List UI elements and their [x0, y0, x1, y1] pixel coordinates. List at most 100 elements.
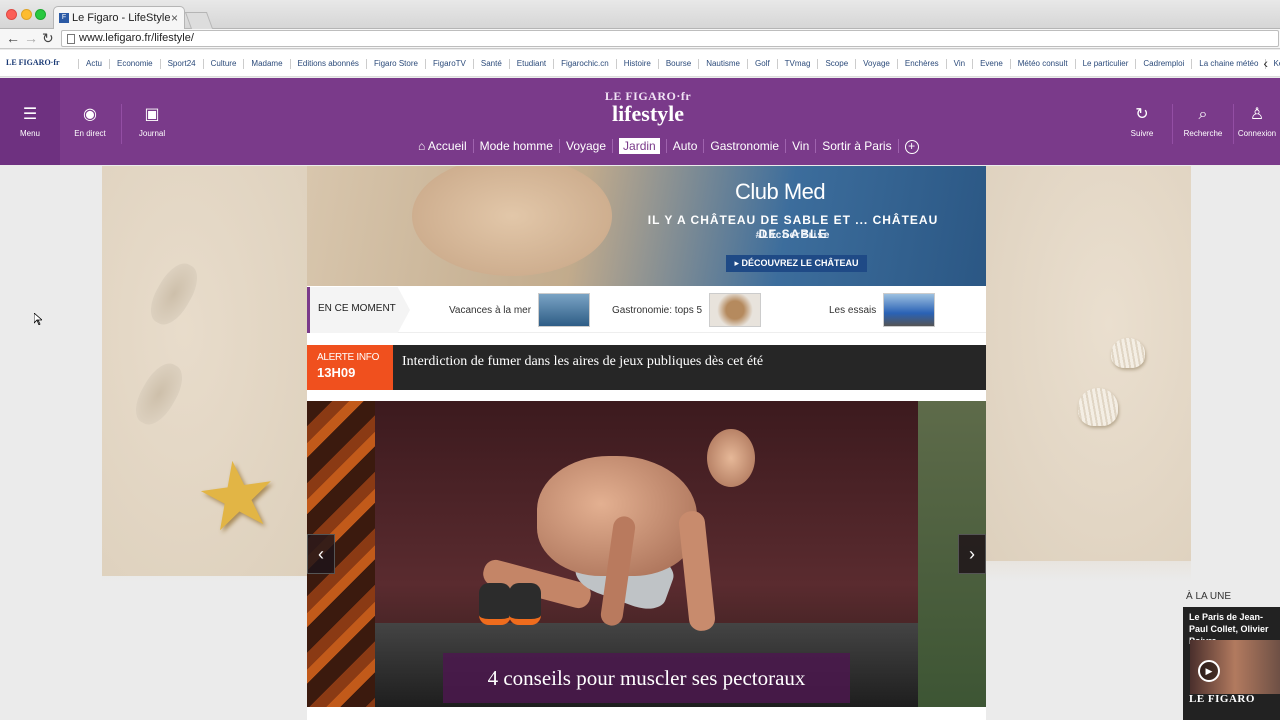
bookmark-item[interactable]: TVmag — [776, 59, 818, 69]
browser-tab[interactable]: F Le Figaro - LifeStyle × — [53, 6, 185, 29]
bookmark-item[interactable]: Sport24 — [159, 59, 203, 69]
trending-thumbnail — [883, 293, 936, 327]
alert-tag-label: ALERTE INFO — [317, 352, 380, 363]
lifestyle-logo[interactable]: lifestyle — [598, 101, 698, 127]
bookmarks-bar: LE FIGARO·fr Actu Economie Sport24 Culture M… — [0, 50, 1280, 77]
bookmark-item[interactable]: Santé — [472, 59, 509, 69]
alert-tag: ALERTE INFO 13H09 — [307, 345, 393, 390]
trending-item-label: Gastronomie: tops 5 — [612, 304, 703, 316]
nav-item[interactable]: Auto — [667, 139, 705, 153]
plus-circle-icon: + — [904, 139, 919, 154]
bookmark-item[interactable]: Actu — [78, 59, 109, 69]
carousel-prev-button[interactable]: ‹ — [307, 534, 335, 574]
close-tab-icon[interactable]: × — [171, 11, 178, 25]
nav-item[interactable]: ⌂ Accueil — [412, 139, 474, 153]
suivre-button[interactable]: ↻ Suivre — [1112, 78, 1172, 165]
carousel-next-button[interactable]: › — [958, 534, 986, 574]
tab-title: Le Figaro - LifeStyle — [72, 12, 171, 24]
trending-item[interactable]: Gastronomie: tops 5 — [612, 293, 762, 327]
maximize-window-icon[interactable] — [35, 9, 46, 20]
a-la-une-card[interactable]: Le Paris de Jean-Paul Collet, Olivier Po… — [1183, 607, 1280, 720]
bookmark-item[interactable]: Figarochic.cn — [553, 59, 616, 69]
hero-carousel[interactable]: 4 conseils pour muscler ses pectoraux ‹ … — [307, 401, 986, 707]
nav-item[interactable]: Sortir à Paris — [816, 139, 899, 153]
en-direct-label: En direct — [74, 129, 106, 138]
alert-time: 13H09 — [317, 365, 356, 380]
bookmark-item[interactable]: Voyage — [855, 59, 897, 69]
journal-button[interactable]: ▣ Journal — [122, 78, 182, 165]
bookmark-item[interactable]: La chaine météo — [1191, 59, 1265, 69]
forward-arrow-icon[interactable]: → — [24, 30, 38, 46]
close-window-icon[interactable] — [6, 9, 17, 20]
alert-headline[interactable]: Interdiction de fumer dans les aires de … — [402, 354, 763, 370]
journal-label: Journal — [138, 129, 166, 138]
bookmark-item[interactable]: Evene — [972, 59, 1010, 69]
en-ce-moment-label: EN CE MOMENT — [307, 287, 410, 333]
en-direct-button[interactable]: ◉ En direct — [60, 78, 120, 165]
bookmark-item[interactable]: Culture — [202, 59, 244, 69]
url-text: www.lefigaro.fr/lifestyle/ — [79, 32, 194, 44]
menu-button[interactable]: ☰ Menu — [0, 78, 60, 165]
reload-icon[interactable]: ↻ — [42, 30, 54, 46]
hero-figure — [479, 583, 511, 625]
minimize-window-icon[interactable] — [21, 9, 32, 20]
nav-item-label: Voyage — [565, 139, 607, 153]
a-la-une-label: À LA UNE — [1186, 591, 1232, 602]
back-arrow-icon[interactable]: ← — [6, 30, 20, 46]
nav-item[interactable]: Vin — [786, 139, 817, 153]
favicon-icon: F — [59, 13, 69, 23]
connexion-button[interactable]: ♙ Connexion — [1234, 78, 1280, 165]
shell-image — [1078, 388, 1118, 426]
ad-cta-button[interactable]: ▸ DÉCOUVREZ LE CHÂTEAU — [726, 255, 867, 272]
en-ce-moment-bar: EN CE MOMENT Vacances à la mer Gastronom… — [307, 287, 986, 333]
nav-item-label: Sortir à Paris — [822, 139, 892, 153]
new-tab-button[interactable] — [184, 12, 214, 29]
nav-item[interactable]: Jardin — [613, 138, 667, 154]
bookmark-item[interactable]: Golf — [747, 59, 777, 69]
rss-icon: ◉ — [83, 106, 97, 123]
bookmark-item[interactable]: Bourse — [657, 59, 698, 69]
bookmark-item[interactable]: Scope — [817, 59, 855, 69]
more-nav-button[interactable]: + — [899, 139, 925, 154]
suivre-label: Suivre — [1130, 129, 1154, 138]
recherche-button[interactable]: ⌕ Recherche — [1173, 78, 1233, 165]
bookmark-item[interactable]: Etudiant — [508, 59, 553, 69]
alert-info-bar[interactable]: ALERTE INFO 13H09 Interdiction de fumer … — [307, 345, 986, 390]
bookmark-item[interactable]: Enchères — [896, 59, 946, 69]
bookmark-item[interactable]: Economie — [109, 59, 160, 69]
nav-item-label: Mode homme — [479, 139, 553, 153]
bookmark-item[interactable]: Editions abonnés — [289, 59, 366, 69]
recherche-label: Recherche — [1183, 129, 1223, 138]
sand-background-right — [986, 166, 1191, 561]
bookmark-item[interactable]: Figaro Store — [365, 59, 425, 69]
bookmark-item[interactable]: Cadremploi — [1135, 59, 1191, 69]
hero-caption[interactable]: 4 conseils pour muscler ses pectoraux — [443, 653, 850, 703]
bookmark-item[interactable]: Madame — [243, 59, 289, 69]
ad-brand: Club Med — [735, 179, 826, 204]
bookmark-item[interactable]: Météo consult — [1009, 59, 1075, 69]
address-bar[interactable]: www.lefigaro.fr/lifestyle/ ☆ — [61, 30, 1279, 155]
mouse-cursor-icon — [34, 313, 42, 325]
play-icon[interactable]: ▶ — [1198, 660, 1220, 682]
hero-figure — [707, 429, 755, 487]
bookmark-item[interactable]: Histoire — [615, 59, 658, 69]
hero-figure — [509, 583, 541, 625]
user-icon: ♙ — [1249, 106, 1265, 123]
bookmark-item[interactable]: Nautisme — [698, 59, 747, 69]
trending-item[interactable]: Les essais — [829, 293, 936, 327]
bookmark-item[interactable]: Vin — [945, 59, 972, 69]
chevron-left-icon[interactable]: ‹ — [1263, 55, 1268, 71]
figaro-bookmark-logo[interactable]: LE FIGARO·fr — [6, 58, 60, 67]
bookmark-item[interactable]: FigaroTV — [424, 59, 473, 69]
nav-item-label: Accueil — [427, 139, 467, 153]
bookmark-item[interactable]: Le particulier — [1074, 59, 1136, 69]
menu-label: Menu — [19, 129, 40, 138]
shell-image — [1111, 338, 1145, 368]
nav-item[interactable]: Gastronomie — [704, 139, 787, 153]
nav-item[interactable]: Voyage — [560, 139, 614, 153]
nav-item[interactable]: Mode homme — [474, 139, 560, 153]
clubmed-ad-banner[interactable]: Club Med IL Y A CHÂTEAU DE SABLE ET ... … — [307, 166, 986, 286]
trending-item[interactable]: Vacances à la mer — [449, 293, 591, 327]
nav-item-label: Jardin — [619, 138, 660, 154]
ad-hashtag: #LâcherPrise — [755, 230, 831, 241]
